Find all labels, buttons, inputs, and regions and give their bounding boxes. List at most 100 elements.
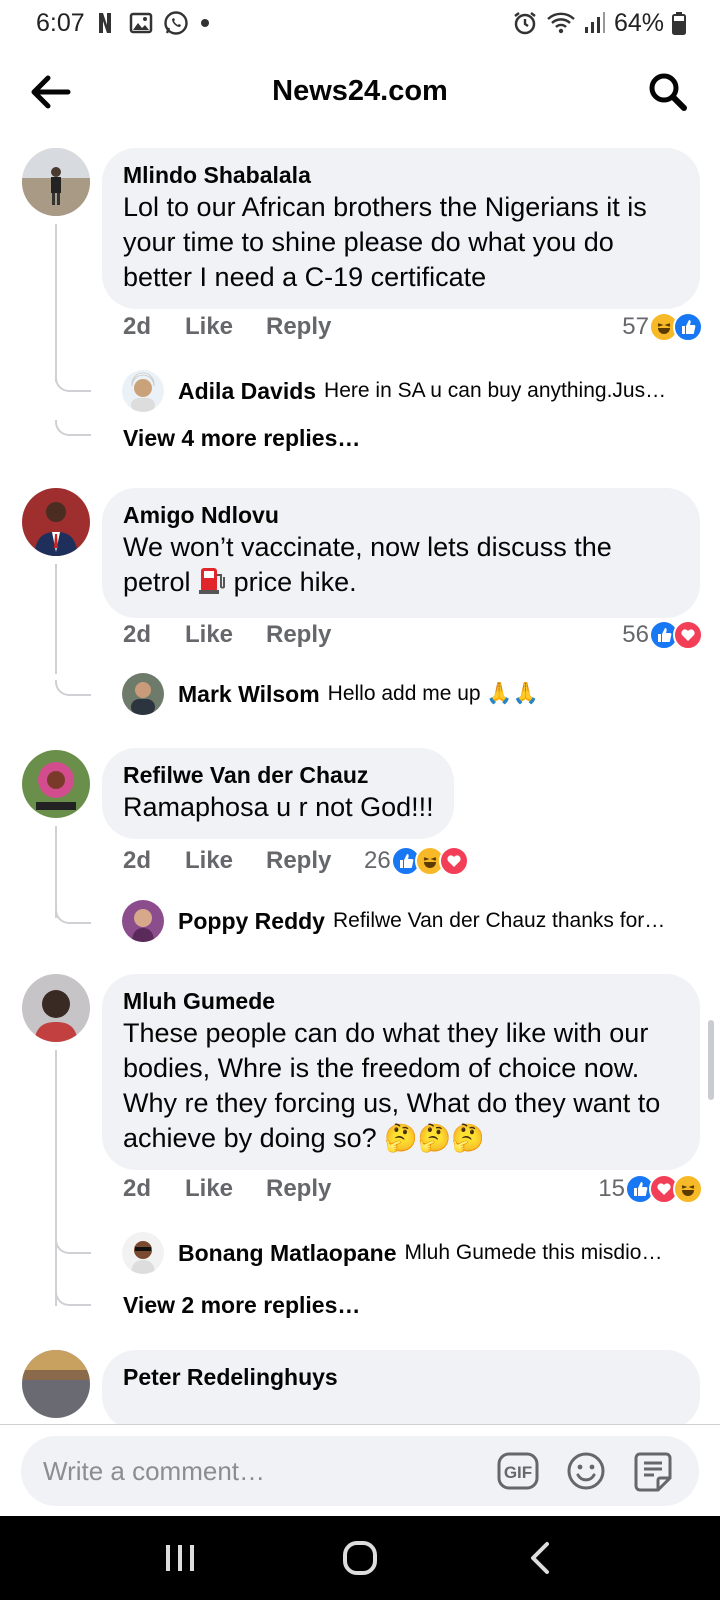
reply-connector xyxy=(55,420,91,436)
recents-button[interactable] xyxy=(150,1533,210,1583)
reply-connector xyxy=(55,680,91,696)
reply-text: Mluh Gumede this misdio… xyxy=(404,1241,663,1264)
comment-thread: Mluh Gumede These people can do what the… xyxy=(0,974,720,1324)
system-nav-bar xyxy=(0,1516,720,1600)
back-arrow-icon xyxy=(31,75,71,109)
comment-text: Ramaphosa u r not God!!! xyxy=(123,792,434,822)
app-header: News24.com xyxy=(0,56,720,126)
comment-author[interactable]: Peter Redelinghuys xyxy=(123,1362,680,1392)
like-button[interactable]: Like xyxy=(185,313,266,341)
like-button[interactable]: Like xyxy=(185,847,266,875)
comment-composer: Write a comment… GIF xyxy=(0,1424,720,1516)
comment-author[interactable]: Amigo Ndlovu xyxy=(123,500,680,530)
comment-thread: Mlindo Shabalala Lol to our African brot… xyxy=(0,140,720,460)
comment-bubble[interactable]: Peter Redelinghuys xyxy=(102,1350,700,1424)
emoji-icon[interactable] xyxy=(563,1448,609,1494)
avatar[interactable] xyxy=(22,750,90,818)
reaction-summary[interactable]: 56 xyxy=(622,620,703,650)
home-icon xyxy=(343,1541,377,1575)
comment-time: 2d xyxy=(123,847,152,874)
comment-input[interactable]: Write a comment… GIF xyxy=(21,1436,699,1506)
comment-author[interactable]: Refilwe Van der Chauz xyxy=(123,760,434,790)
reply-button[interactable]: Reply xyxy=(266,313,366,341)
reaction-count: 26 xyxy=(364,847,391,874)
reply-connector xyxy=(55,1238,91,1254)
reaction-summary[interactable]: 26 xyxy=(364,846,469,876)
reply-avatar[interactable] xyxy=(122,370,164,412)
comment-actions: 2d Like Reply 57 xyxy=(123,312,703,342)
reply-button[interactable]: Reply xyxy=(266,1175,366,1203)
thread-line xyxy=(55,826,57,918)
view-more-replies[interactable]: View 2 more replies… xyxy=(123,1292,360,1319)
comment-author[interactable]: Mlindo Shabalala xyxy=(123,160,680,190)
comment-bubble[interactable]: Amigo Ndlovu We won’t vaccinate, now let… xyxy=(102,488,700,618)
reply-preview[interactable]: Adila Davids Here in SA u can buy anythi… xyxy=(122,370,702,412)
reply-avatar[interactable] xyxy=(122,900,164,942)
comment-author[interactable]: Mluh Gumede xyxy=(123,986,680,1016)
search-button[interactable] xyxy=(646,70,690,114)
scrollbar[interactable] xyxy=(708,1020,714,1100)
like-button[interactable]: Like xyxy=(185,621,266,649)
comment-bubble[interactable]: Mlindo Shabalala Lol to our African brot… xyxy=(102,148,700,309)
reply-preview[interactable]: Bonang Matlaopane Mluh Gumede this misdi… xyxy=(122,1232,702,1274)
reaction-summary[interactable]: 15 xyxy=(598,1174,703,1204)
comment-bubble[interactable]: Refilwe Van der Chauz Ramaphosa u r not … xyxy=(102,748,454,839)
haha-reaction-icon xyxy=(673,1174,703,1204)
comment-time: 2d xyxy=(123,621,152,648)
status-bar: 6:07 64% xyxy=(0,0,720,46)
reply-author[interactable]: Adila Davids xyxy=(178,378,316,405)
wifi-icon xyxy=(546,11,576,35)
gallery-icon xyxy=(129,11,153,35)
reply-avatar[interactable] xyxy=(122,1232,164,1274)
search-icon xyxy=(649,73,687,111)
reply-connector xyxy=(55,908,91,924)
netflix-icon xyxy=(95,11,119,35)
avatar[interactable] xyxy=(22,974,90,1042)
home-button[interactable] xyxy=(330,1533,390,1583)
comment-text: We won’t vaccinate, now lets discuss the… xyxy=(123,530,680,604)
avatar[interactable] xyxy=(22,148,90,216)
reply-avatar[interactable] xyxy=(122,673,164,715)
avatar[interactable] xyxy=(22,1350,90,1418)
signal-icon xyxy=(584,11,606,35)
reply-connector xyxy=(55,376,91,392)
comment-thread: Peter Redelinghuys xyxy=(0,1350,720,1424)
view-more-replies[interactable]: View 4 more replies… xyxy=(123,425,360,452)
thread-line xyxy=(55,564,57,674)
comment-bubble[interactable]: Mluh Gumede These people can do what the… xyxy=(102,974,700,1170)
reply-author[interactable]: Poppy Reddy xyxy=(178,908,325,935)
avatar[interactable] xyxy=(22,488,90,556)
notification-dot-icon xyxy=(199,17,211,29)
alarm-icon xyxy=(512,10,538,36)
reply-preview[interactable]: Poppy Reddy Refilwe Van der Chauz thanks… xyxy=(122,900,702,942)
reply-text: Hello add me up 🙏🙏 xyxy=(327,682,539,705)
back-icon xyxy=(531,1542,549,1574)
page-title: News24.com xyxy=(272,74,448,107)
comment-actions: 2d Like Reply 56 xyxy=(123,620,703,650)
thread-line xyxy=(55,224,57,382)
reply-author[interactable]: Mark Wilsom xyxy=(178,681,320,708)
reaction-count: 57 xyxy=(622,313,649,340)
reply-preview[interactable]: Mark Wilsom Hello add me up 🙏🙏 xyxy=(122,673,702,715)
back-button[interactable] xyxy=(28,72,72,112)
comment-time: 2d xyxy=(123,1175,152,1202)
comment-input-placeholder: Write a comment… xyxy=(43,1455,266,1486)
reply-button[interactable]: Reply xyxy=(266,847,366,875)
comment-thread: Refilwe Van der Chauz Ramaphosa u r not … xyxy=(0,748,720,988)
comments-list: Mlindo Shabalala Lol to our African brot… xyxy=(0,140,720,1424)
sticker-icon[interactable] xyxy=(631,1448,677,1494)
reaction-count: 15 xyxy=(598,1175,625,1202)
comment-actions: 2d Like Reply 15 xyxy=(123,1174,703,1204)
gif-icon[interactable]: GIF xyxy=(495,1448,541,1494)
reply-author[interactable]: Bonang Matlaopane xyxy=(178,1240,397,1267)
love-reaction-icon xyxy=(438,846,469,876)
like-button[interactable]: Like xyxy=(185,1175,266,1203)
love-reaction-icon xyxy=(673,620,703,650)
comment-thread: Amigo Ndlovu We won’t vaccinate, now let… xyxy=(0,488,720,738)
whatsapp-icon xyxy=(163,10,189,36)
status-time: 6:07 xyxy=(36,8,85,37)
system-back-button[interactable] xyxy=(510,1533,570,1583)
reaction-summary[interactable]: 57 xyxy=(622,312,703,342)
reply-button[interactable]: Reply xyxy=(266,621,366,649)
reply-connector xyxy=(55,1290,91,1306)
